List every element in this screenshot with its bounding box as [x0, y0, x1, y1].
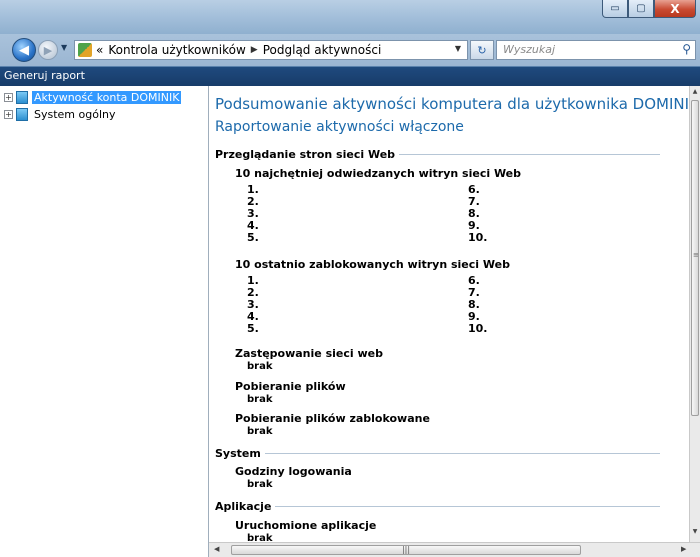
forward-button[interactable]: ▶: [38, 40, 58, 60]
search-input[interactable]: Wyszukaj ⚲: [496, 40, 696, 60]
minimize-button[interactable]: ▭: [602, 0, 628, 18]
grip-icon: |||: [401, 545, 411, 554]
breadcrumb-podglad[interactable]: Podgląd aktywności: [263, 43, 382, 57]
vertical-scroll-thumb[interactable]: ≡: [691, 100, 699, 416]
scroll-left-icon[interactable]: ◀: [214, 545, 219, 553]
list-item: 5.: [247, 322, 259, 335]
launched-apps-value: brak: [247, 533, 273, 542]
breadcrumb-overflow[interactable]: «: [96, 43, 103, 57]
search-icon[interactable]: ⚲: [682, 42, 691, 56]
tree-item-account-activity[interactable]: + Aktywność konta DOMINIK: [4, 90, 182, 104]
blocked-downloads-heading: Pobieranie plików zablokowane: [235, 412, 430, 425]
breadcrumb-kontrola[interactable]: Kontrola użytkowników: [108, 43, 245, 57]
scroll-right-icon[interactable]: ▶: [681, 545, 686, 553]
blocked-downloads-value: brak: [247, 426, 273, 437]
list-item: 10.: [468, 231, 488, 244]
expand-icon[interactable]: +: [4, 109, 13, 119]
horizontal-scrollbar[interactable]: ◀ ||| ▶: [209, 542, 700, 557]
scroll-up-icon[interactable]: ▲: [690, 88, 700, 95]
expand-icon[interactable]: +: [4, 92, 13, 102]
login-hours-value: brak: [247, 479, 273, 490]
navigation-tree: + Aktywność konta DOMINIK + System ogóln…: [0, 86, 209, 557]
blocked-sites-list-right: 6. 7. 8. 9. 10.: [468, 275, 488, 335]
command-bar: Generuj raport: [0, 66, 700, 87]
section-web: Przeglądanie stron sieci Web: [215, 148, 660, 161]
top-sites-heading: 10 najchętniej odwiedzanych witryn sieci…: [235, 167, 522, 180]
breadcrumb-separator-icon[interactable]: ▶: [251, 45, 258, 55]
close-button[interactable]: X: [654, 0, 696, 18]
tree-item-label[interactable]: System ogólny: [32, 108, 118, 121]
title-bar: ▭ ▢ X: [0, 0, 700, 34]
report-pane: Podsumowanie aktywności komputera dla uż…: [209, 86, 689, 542]
generate-report-button[interactable]: Generuj raport: [4, 69, 85, 82]
launched-apps-heading: Uruchomione aplikacje: [235, 519, 377, 532]
section-system-title: System: [215, 447, 261, 460]
downloads-heading: Pobieranie plików: [235, 380, 346, 393]
section-apps: Aplikacje: [215, 500, 660, 513]
section-apps-title: Aplikacje: [215, 500, 272, 513]
top-sites-list-right: 6. 7. 8. 9. 10.: [468, 184, 488, 244]
blocked-sites-list-left: 1. 2. 3. 4. 5.: [247, 275, 259, 335]
list-item: 5.: [247, 231, 259, 244]
scroll-down-icon[interactable]: ▼: [690, 528, 700, 535]
downloads-value: brak: [247, 394, 273, 405]
vertical-scrollbar[interactable]: ▲ ≡ ▼: [689, 86, 700, 542]
report-title: Podsumowanie aktywności komputera dla uż…: [215, 95, 689, 113]
report-node-icon: [16, 107, 28, 121]
back-button[interactable]: ◀: [12, 38, 36, 62]
maximize-button[interactable]: ▢: [628, 0, 654, 18]
tree-item-label[interactable]: Aktywność konta DOMINIK: [32, 90, 182, 104]
window-controls: ▭ ▢ X: [602, 0, 696, 20]
web-override-value: brak: [247, 361, 273, 372]
search-placeholder: Wyszukaj: [503, 43, 556, 56]
web-override-heading: Zastępowanie sieci web: [235, 347, 383, 360]
tree-item-system[interactable]: + System ogólny: [4, 107, 118, 121]
report-node-icon: [16, 90, 28, 104]
list-item: 10.: [468, 322, 488, 335]
address-toolbar: ◀ ▶ ▼ « Kontrola użytkowników ▶ Podgląd …: [0, 34, 700, 66]
refresh-button[interactable]: ↻: [470, 40, 494, 60]
login-hours-heading: Godziny logowania: [235, 465, 352, 478]
recent-pages-dropdown[interactable]: ▼: [61, 43, 67, 52]
control-panel-icon: [78, 43, 92, 57]
report-subtitle: Raportowanie aktywności włączone: [215, 119, 464, 135]
horizontal-scroll-thumb[interactable]: |||: [231, 545, 581, 555]
blocked-sites-heading: 10 ostatnio zablokowanych witryn sieci W…: [235, 258, 510, 271]
top-sites-list-left: 1. 2. 3. 4. 5.: [247, 184, 259, 244]
section-system: System: [215, 447, 660, 460]
address-dropdown-icon[interactable]: ▼: [455, 44, 461, 53]
address-field[interactable]: « Kontrola użytkowników ▶ Podgląd aktywn…: [74, 40, 468, 60]
section-web-title: Przeglądanie stron sieci Web: [215, 148, 396, 161]
grip-icon: ≡: [693, 251, 699, 259]
